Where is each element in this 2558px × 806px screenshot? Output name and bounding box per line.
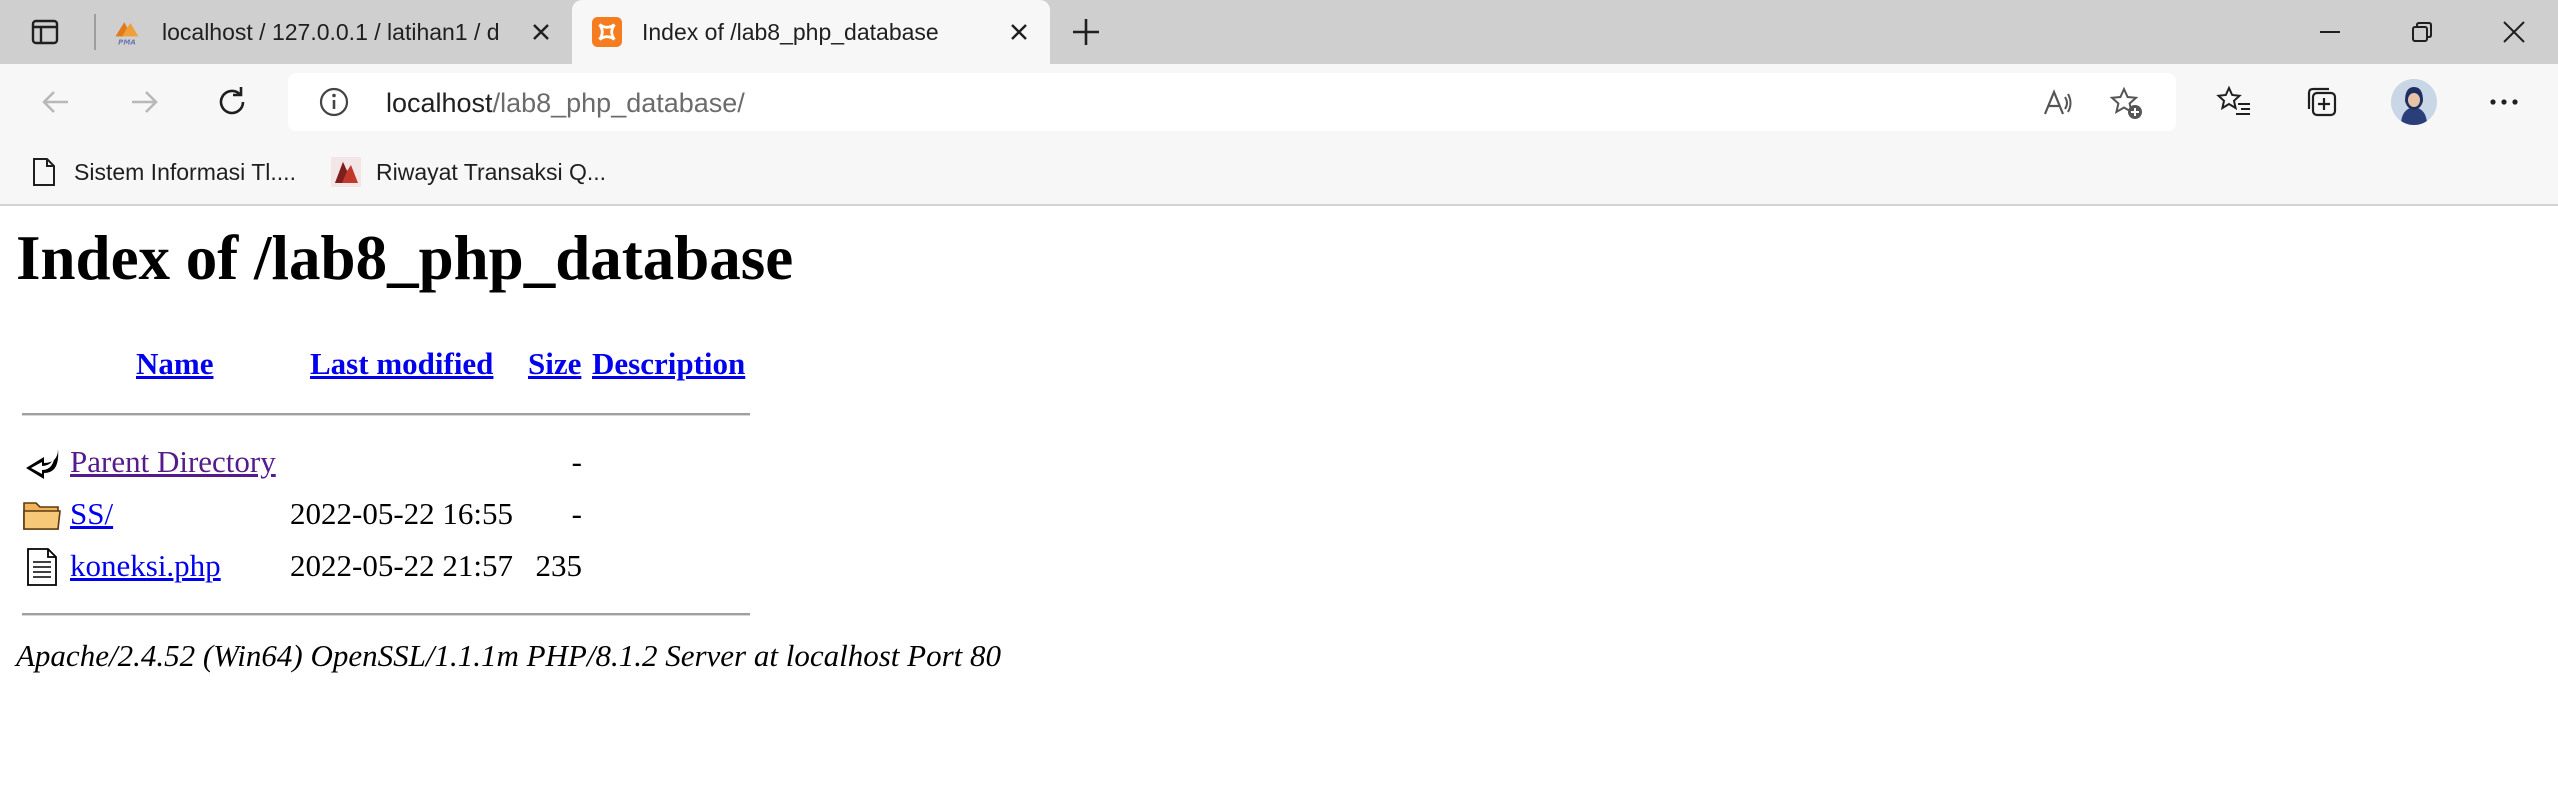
close-icon [2503, 21, 2525, 43]
close-tab-button[interactable] [1004, 17, 1034, 47]
tab-index-lab8[interactable]: Index of /lab8_php_database [572, 0, 1050, 64]
add-favorite-button[interactable] [2108, 85, 2144, 121]
site-info-icon[interactable] [318, 86, 350, 118]
close-icon [533, 24, 549, 40]
restore-icon [2412, 22, 2432, 42]
close-window-button[interactable] [2484, 12, 2544, 52]
bookmarks-bar: Sistem Informasi Tl.... Riwayat Transaks… [0, 140, 2558, 206]
refresh-button[interactable] [208, 80, 256, 124]
star-add-icon [2109, 86, 2142, 119]
table-row: koneksi.php 2022-05-22 21:57 235 [0, 542, 760, 590]
new-tab-button[interactable] [1066, 14, 1106, 50]
bookmark-label: Sistem Informasi Tl.... [74, 158, 296, 185]
text-file-icon [27, 548, 57, 586]
parent-directory-link[interactable]: Parent Directory [70, 444, 276, 480]
footer-divider [22, 613, 750, 616]
page-content: Index of /lab8_php_database Name Last mo… [0, 206, 2558, 806]
tab-phpmyadmin[interactable]: PMA localhost / 127.0.0.1 / latihan1 / d [112, 0, 560, 64]
restore-button[interactable] [2392, 12, 2452, 52]
forward-button[interactable] [120, 80, 168, 124]
folder-link-ss[interactable]: SS/ [70, 496, 113, 532]
back-arrow-icon [42, 91, 68, 113]
url-host: localhost [386, 88, 493, 118]
minimize-button[interactable] [2300, 12, 2360, 52]
row-size: - [571, 444, 582, 479]
row-size: 235 [535, 548, 583, 583]
xampp-icon [592, 17, 622, 47]
page-title: Index of /lab8_php_database [16, 223, 794, 293]
tab-actions-icon [31, 19, 59, 45]
svg-text:PMA: PMA [118, 37, 136, 46]
table-row: Parent Directory - [0, 438, 760, 486]
tab-actions-button[interactable] [14, 10, 76, 54]
tab-separator [94, 14, 96, 50]
url-path: /lab8_php_database/ [492, 88, 745, 118]
close-icon [1011, 24, 1027, 40]
refresh-icon [219, 87, 245, 115]
profile-button[interactable] [2390, 79, 2438, 125]
close-tab-button[interactable] [526, 17, 556, 47]
row-size: - [571, 496, 582, 531]
server-signature: Apache/2.4.52 (Win64) OpenSSL/1.1.1m PHP… [16, 638, 1001, 673]
row-modified: 2022-05-22 16:55 [290, 496, 514, 531]
collections-button[interactable] [2298, 80, 2346, 124]
sort-by-size-link[interactable]: Size [528, 346, 581, 382]
back-arrow-icon [26, 449, 59, 479]
tab-title: Index of /lab8_php_database [642, 18, 939, 45]
page-icon [28, 156, 60, 188]
sort-by-last-modified-link[interactable]: Last modified [310, 346, 493, 382]
address-bar[interactable]: localhost/lab8_php_database/ [288, 73, 2176, 131]
tab-strip: PMA localhost / 127.0.0.1 / latihan1 / d… [0, 0, 2558, 64]
forward-arrow-icon [132, 91, 158, 113]
folder-icon [23, 502, 61, 530]
bookmark-riwayat-transaksi[interactable]: Riwayat Transaksi Q... [330, 150, 606, 194]
back-button[interactable] [32, 80, 80, 124]
more-icon [2490, 99, 2518, 105]
sort-by-description-link[interactable]: Description [592, 346, 745, 382]
bookmark-label: Riwayat Transaksi Q... [376, 158, 607, 185]
sort-by-name-link[interactable]: Name [136, 346, 213, 382]
table-row: SS/ 2022-05-22 16:55 - [0, 490, 760, 538]
file-link-koneksi[interactable]: koneksi.php [70, 548, 221, 584]
read-aloud-button[interactable] [2040, 85, 2076, 121]
phpmyadmin-icon: PMA [112, 17, 142, 47]
row-modified: 2022-05-22 21:57 [290, 548, 514, 583]
plus-icon [1073, 19, 1099, 45]
header-divider [22, 413, 750, 416]
settings-more-button[interactable] [2480, 80, 2528, 124]
minimize-icon [2320, 31, 2340, 33]
avatar [2391, 79, 2437, 125]
tab-title: localhost / 127.0.0.1 / latihan1 / d [162, 18, 500, 45]
browser-toolbar: localhost/lab8_php_database/ [0, 64, 2558, 140]
read-aloud-icon [2043, 89, 2072, 115]
collections-icon [2307, 87, 2337, 117]
favorites-button[interactable] [2210, 80, 2258, 124]
favorites-icon [2216, 85, 2250, 115]
url-text[interactable]: localhost/lab8_php_database/ [386, 87, 745, 119]
bookmark-sistem-informasi[interactable]: Sistem Informasi Tl.... [28, 150, 296, 194]
site-logo-icon [330, 156, 362, 188]
